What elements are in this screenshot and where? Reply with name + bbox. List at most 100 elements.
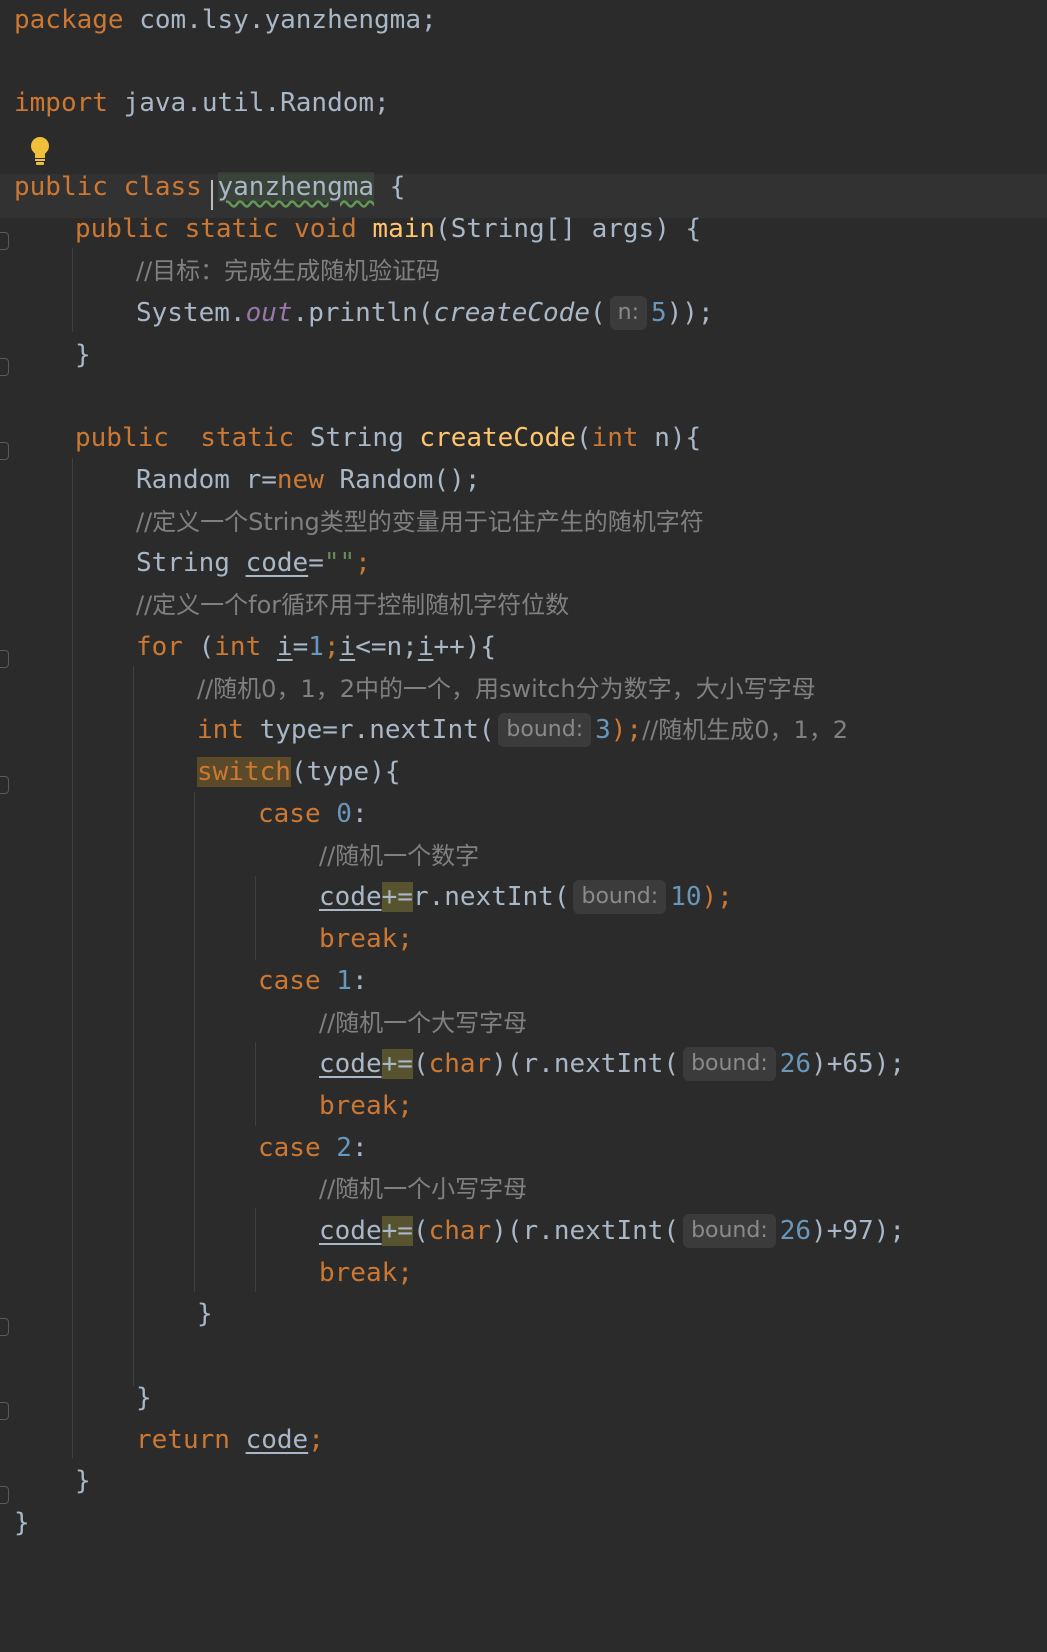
code-line-package: package com.lsy.yanzhengma; [14, 0, 437, 42]
number-literal: 26 [779, 1049, 812, 1079]
code-text: } [14, 1508, 30, 1538]
code-line-comment: //定义一个String类型的变量用于记住产生的随机字符 [136, 500, 704, 544]
code-text: ; [308, 1425, 324, 1455]
class-name[interactable]: yanzhengma [217, 172, 375, 202]
code-line-comment: //目标：完成生成随机验证码 [136, 249, 440, 293]
variable: code [319, 882, 382, 912]
keyword: public static void [75, 214, 373, 244]
code-text: } [136, 1383, 152, 1413]
number-literal: 5 [651, 298, 667, 328]
keyword: char [428, 1049, 492, 1079]
keyword: for [136, 632, 183, 662]
code-text: String [309, 423, 420, 453]
code-text: )(r.nextInt( [491, 1049, 680, 1079]
code-line-random: Random r=new Random(); [136, 458, 480, 502]
fold-marker[interactable] [0, 1486, 9, 1504]
code-line-append-upper: code+=(char)(r.nextInt(bound: 26)+65); [319, 1042, 905, 1086]
keyword: package [14, 5, 124, 35]
keyword: public class [14, 172, 218, 202]
indent-guide [255, 1042, 256, 1126]
code-text: (type){ [290, 757, 401, 787]
fold-marker[interactable] [0, 1402, 9, 1420]
keyword: break; [319, 1258, 413, 1288]
number-literal: 2 [336, 1133, 352, 1163]
lightbulb-icon[interactable] [30, 136, 50, 166]
method-name: main [372, 214, 436, 244]
code-text: } [197, 1299, 213, 1329]
comment: //随机生成0，1，2 [642, 716, 849, 744]
keyword: public static [75, 423, 310, 453]
code-text: com.lsy.yanzhengma; [123, 5, 437, 35]
keyword: switch [197, 757, 291, 787]
code-line-main-method: public static void main(String[] args) { [75, 207, 701, 251]
code-text: ; [323, 632, 340, 662]
code-text: : [351, 966, 368, 996]
keyword: int [214, 632, 262, 662]
code-text: java.util.Random; [107, 88, 390, 118]
fold-marker[interactable] [0, 358, 9, 376]
variable: code [245, 1425, 309, 1455]
code-text: { [374, 172, 406, 202]
parameter-hint: bound: [683, 1047, 776, 1081]
code-line-println: System.out.println(createCode(n: 5)); [136, 291, 714, 335]
operator: += [381, 1049, 413, 1079]
code-text: .println( [292, 298, 434, 328]
method-call: createCode [433, 298, 590, 328]
code-text: ( [575, 423, 592, 453]
code-text: = [292, 632, 309, 662]
fold-marker[interactable] [0, 1318, 9, 1336]
code-line-case-0: case 0: [258, 792, 368, 836]
code-text: )); [666, 298, 714, 328]
indent-guide [72, 248, 73, 332]
method-name: createCode [419, 423, 576, 453]
code-text: ); [701, 882, 733, 912]
keyword: int [197, 715, 244, 745]
number-literal: 1 [308, 632, 324, 662]
indent-guide [255, 876, 256, 960]
code-text: } [75, 1466, 91, 1496]
code-text: ( [412, 1216, 429, 1246]
number-literal: 26 [779, 1216, 812, 1246]
code-line-for-loop: for (int i=1;i<=n;i++){ [136, 625, 496, 669]
number-literal: 10 [670, 882, 702, 912]
code-text: ( [589, 298, 606, 328]
code-line-switch: switch(type){ [197, 750, 401, 794]
code-text: <=n; [355, 632, 418, 662]
comment: //随机一个数字 [319, 842, 480, 870]
code-line-break: break; [319, 1251, 413, 1295]
code-line-comment: //随机一个大写字母 [319, 1001, 527, 1045]
indent-guide [133, 666, 134, 1386]
fold-marker[interactable] [0, 650, 9, 668]
fold-marker[interactable] [0, 232, 9, 250]
keyword: import [14, 88, 108, 118]
code-text: System. [136, 298, 246, 328]
indent-guide [72, 458, 73, 1458]
code-line-case-1: case 1: [258, 959, 368, 1003]
static-field: out [245, 298, 293, 328]
code-text: ( [412, 1049, 429, 1079]
keyword: new [276, 465, 324, 495]
code-text: ; [355, 548, 371, 578]
operator: += [381, 1216, 413, 1246]
keyword: char [428, 1216, 492, 1246]
code-text: r.nextInt( [412, 882, 570, 912]
parameter-hint: bound: [573, 880, 667, 914]
comment: //随机一个小写字母 [319, 1175, 528, 1203]
code-line-append-lower: code+=(char)(r.nextInt(bound: 26)+97); [319, 1209, 905, 1253]
code-line-string-code: String code=""; [136, 541, 371, 585]
code-line-class-declaration: public class yanzhengma { [14, 165, 405, 209]
code-text: } [75, 340, 91, 370]
code-line-return: return code; [136, 1418, 324, 1462]
number-literal: 1 [336, 966, 352, 996]
string-literal: "" [323, 548, 356, 578]
code-editor[interactable]: package com.lsy.yanzhengma; import java.… [0, 0, 1047, 1652]
fold-marker[interactable] [0, 442, 9, 460]
keyword: return [136, 1425, 246, 1455]
fold-marker[interactable] [0, 776, 9, 794]
variable: i [417, 632, 434, 662]
variable: i [339, 632, 356, 662]
parameter-hint: n: [609, 296, 647, 330]
code-text: Random(); [323, 465, 481, 495]
code-line-break: break; [319, 917, 413, 961]
